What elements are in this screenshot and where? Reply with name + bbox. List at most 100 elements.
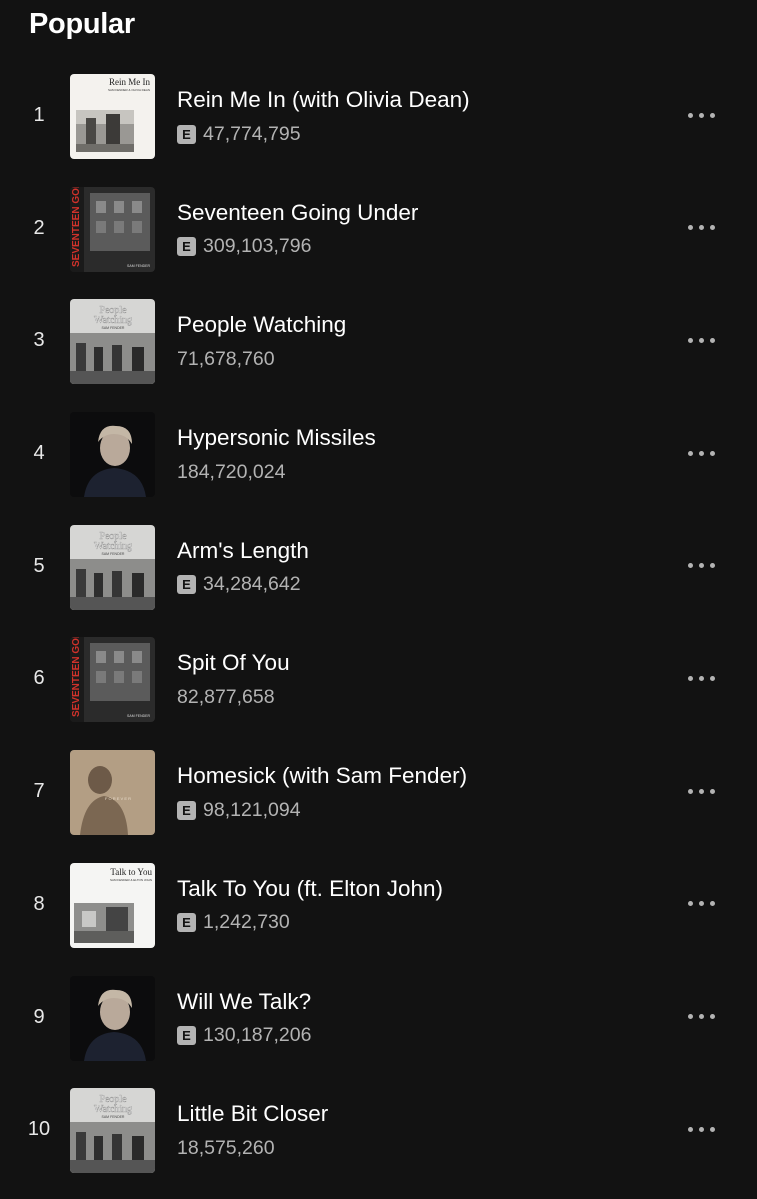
cover-title-text: SEVENTEEN GOING UNDER bbox=[71, 187, 82, 267]
cover-subtitle-text: SAM FENDER bbox=[127, 264, 150, 268]
album-cover: People Watching SAM FENDER bbox=[70, 299, 155, 385]
more-horizontal-icon[interactable] bbox=[676, 551, 726, 581]
track-rank: 1 bbox=[33, 104, 45, 126]
explicit-icon: E bbox=[177, 575, 196, 595]
track-rank: 8 bbox=[33, 892, 45, 915]
more-dot bbox=[698, 788, 704, 794]
more-dot bbox=[709, 788, 715, 794]
track-title[interactable]: Rein Me In (with Olivia Dean) bbox=[177, 87, 470, 113]
cover-title-text: Talk to You bbox=[110, 867, 152, 877]
more-dot bbox=[687, 450, 693, 456]
track-meta: E 309,103,796 bbox=[177, 235, 312, 258]
track-meta: E 98,121,094 bbox=[177, 799, 301, 821]
track-meta: E 47,774,795 bbox=[177, 123, 301, 145]
track-row[interactable]: 3 People Watching SAM FENDER People Watc… bbox=[0, 285, 757, 398]
album-cover bbox=[70, 412, 155, 498]
more-dot bbox=[698, 112, 704, 118]
track-row[interactable]: 8 Talk to You SAM FENDER & ELTON JOHN Ta… bbox=[0, 849, 757, 962]
explicit-icon: E bbox=[177, 913, 196, 933]
more-dot bbox=[709, 450, 715, 456]
track-meta: 71,678,760 bbox=[177, 348, 275, 370]
track-row[interactable]: 5 People Watching SAM FENDER Arm's Lengt… bbox=[0, 511, 757, 624]
play-count: 98,121,094 bbox=[203, 798, 301, 821]
svg-text:Watching: Watching bbox=[94, 315, 132, 326]
track-title[interactable]: Talk To You (ft. Elton John) bbox=[177, 876, 443, 902]
more-dot bbox=[698, 901, 704, 907]
track-row[interactable]: 6 SEVENTEEN GOING UNDER SAM FENDER Spit O… bbox=[0, 623, 757, 736]
more-dot bbox=[687, 1126, 693, 1132]
more-dot bbox=[709, 563, 715, 569]
track-row[interactable]: 4 Hypersonic Missiles 184,720,024 bbox=[0, 398, 757, 511]
cover-title-text: Rein Me In bbox=[109, 77, 150, 87]
more-dot bbox=[698, 225, 704, 231]
play-count: 18,575,260 bbox=[177, 1136, 275, 1159]
popular-tracks-page: Popular 1 Rein Me In SAM FENDER & OLIVIA… bbox=[0, 0, 757, 1199]
cover-subtitle-text: SAM FENDER bbox=[127, 714, 150, 718]
more-horizontal-icon[interactable] bbox=[676, 663, 726, 693]
cover-subtitle-text: SAM FENDER bbox=[102, 1115, 125, 1119]
track-meta: 82,877,658 bbox=[177, 686, 275, 708]
explicit-icon: E bbox=[177, 124, 196, 144]
more-dot bbox=[687, 112, 693, 118]
track-title[interactable]: Arm's Length bbox=[177, 538, 309, 564]
track-row[interactable]: 1 Rein Me In SAM FENDER & OLIVIA DEAN Re… bbox=[0, 60, 757, 173]
more-dot bbox=[698, 675, 704, 681]
play-count: 309,103,796 bbox=[203, 235, 312, 258]
album-cover: People Watching SAM FENDER bbox=[70, 524, 155, 610]
svg-text:Watching: Watching bbox=[94, 541, 132, 552]
track-meta: 184,720,024 bbox=[177, 461, 285, 483]
album-cover: Talk to You SAM FENDER & ELTON JOHN bbox=[70, 862, 155, 948]
more-dot bbox=[687, 563, 693, 569]
svg-text:Watching: Watching bbox=[94, 1104, 132, 1115]
track-title[interactable]: Hypersonic Missiles bbox=[177, 425, 376, 451]
cover-title-text: SEVENTEEN GOING UNDER bbox=[71, 637, 82, 717]
track-rank: 3 bbox=[33, 329, 45, 352]
track-list: 1 Rein Me In SAM FENDER & OLIVIA DEAN Re… bbox=[0, 60, 757, 1187]
track-row[interactable]: 2 SEVENTEEN GOING UNDER SAM FENDER Sevent… bbox=[0, 173, 757, 286]
more-dot bbox=[687, 901, 693, 907]
track-meta: E 34,284,642 bbox=[177, 573, 301, 596]
more-dot bbox=[709, 337, 715, 343]
more-horizontal-icon[interactable] bbox=[676, 100, 726, 130]
more-horizontal-icon[interactable] bbox=[676, 1114, 726, 1144]
play-count: 71,678,760 bbox=[177, 347, 275, 370]
more-horizontal-icon[interactable] bbox=[676, 1002, 726, 1032]
more-horizontal-icon[interactable] bbox=[676, 889, 726, 919]
track-title[interactable]: Homesick (with Sam Fender) bbox=[177, 763, 467, 789]
track-rank: 5 bbox=[33, 554, 45, 577]
album-cover: F O R E V E R bbox=[70, 750, 155, 836]
cover-subtitle-text: SAM FENDER bbox=[102, 552, 125, 556]
track-title[interactable]: People Watching bbox=[177, 312, 346, 338]
more-dot bbox=[698, 563, 704, 569]
track-rank: 2 bbox=[33, 216, 45, 239]
more-horizontal-icon[interactable] bbox=[676, 325, 726, 355]
more-dot bbox=[687, 788, 693, 794]
track-title[interactable]: Will We Talk? bbox=[177, 989, 311, 1015]
play-count: 82,877,658 bbox=[177, 685, 275, 708]
track-row[interactable]: 9 Will We Talk? E 130,187,206 bbox=[0, 962, 757, 1075]
track-row[interactable]: 10 People Watching SAM FENDER Little Bit… bbox=[0, 1074, 757, 1187]
track-rank: 9 bbox=[33, 1005, 45, 1028]
more-horizontal-icon[interactable] bbox=[676, 776, 726, 806]
cover-subtitle-text: SAM FENDER bbox=[102, 326, 125, 330]
play-count: 47,774,795 bbox=[203, 122, 301, 145]
more-dot bbox=[709, 225, 715, 231]
cover-subtitle-text: SAM FENDER & OLIVIA DEAN bbox=[108, 88, 150, 92]
track-meta: E 130,187,206 bbox=[177, 1024, 311, 1047]
track-rank: 4 bbox=[33, 442, 45, 465]
more-dot bbox=[698, 1014, 704, 1019]
track-row[interactable]: 7 F O R E V E R Homesick (with Sam Fender… bbox=[0, 736, 757, 849]
explicit-icon: E bbox=[177, 237, 196, 257]
more-horizontal-icon[interactable] bbox=[676, 213, 726, 243]
more-dot bbox=[698, 337, 704, 343]
more-dot bbox=[709, 1126, 715, 1132]
track-rank: 7 bbox=[33, 780, 45, 803]
track-title[interactable]: Spit Of You bbox=[177, 650, 290, 676]
album-cover: Rein Me In SAM FENDER & OLIVIA DEAN bbox=[70, 74, 155, 159]
track-title[interactable]: Little Bit Closer bbox=[177, 1101, 328, 1127]
album-cover bbox=[70, 975, 155, 1061]
more-dot bbox=[709, 1014, 715, 1019]
track-title[interactable]: Seventeen Going Under bbox=[177, 200, 418, 226]
more-horizontal-icon[interactable] bbox=[676, 438, 726, 468]
more-dot bbox=[687, 1014, 693, 1019]
